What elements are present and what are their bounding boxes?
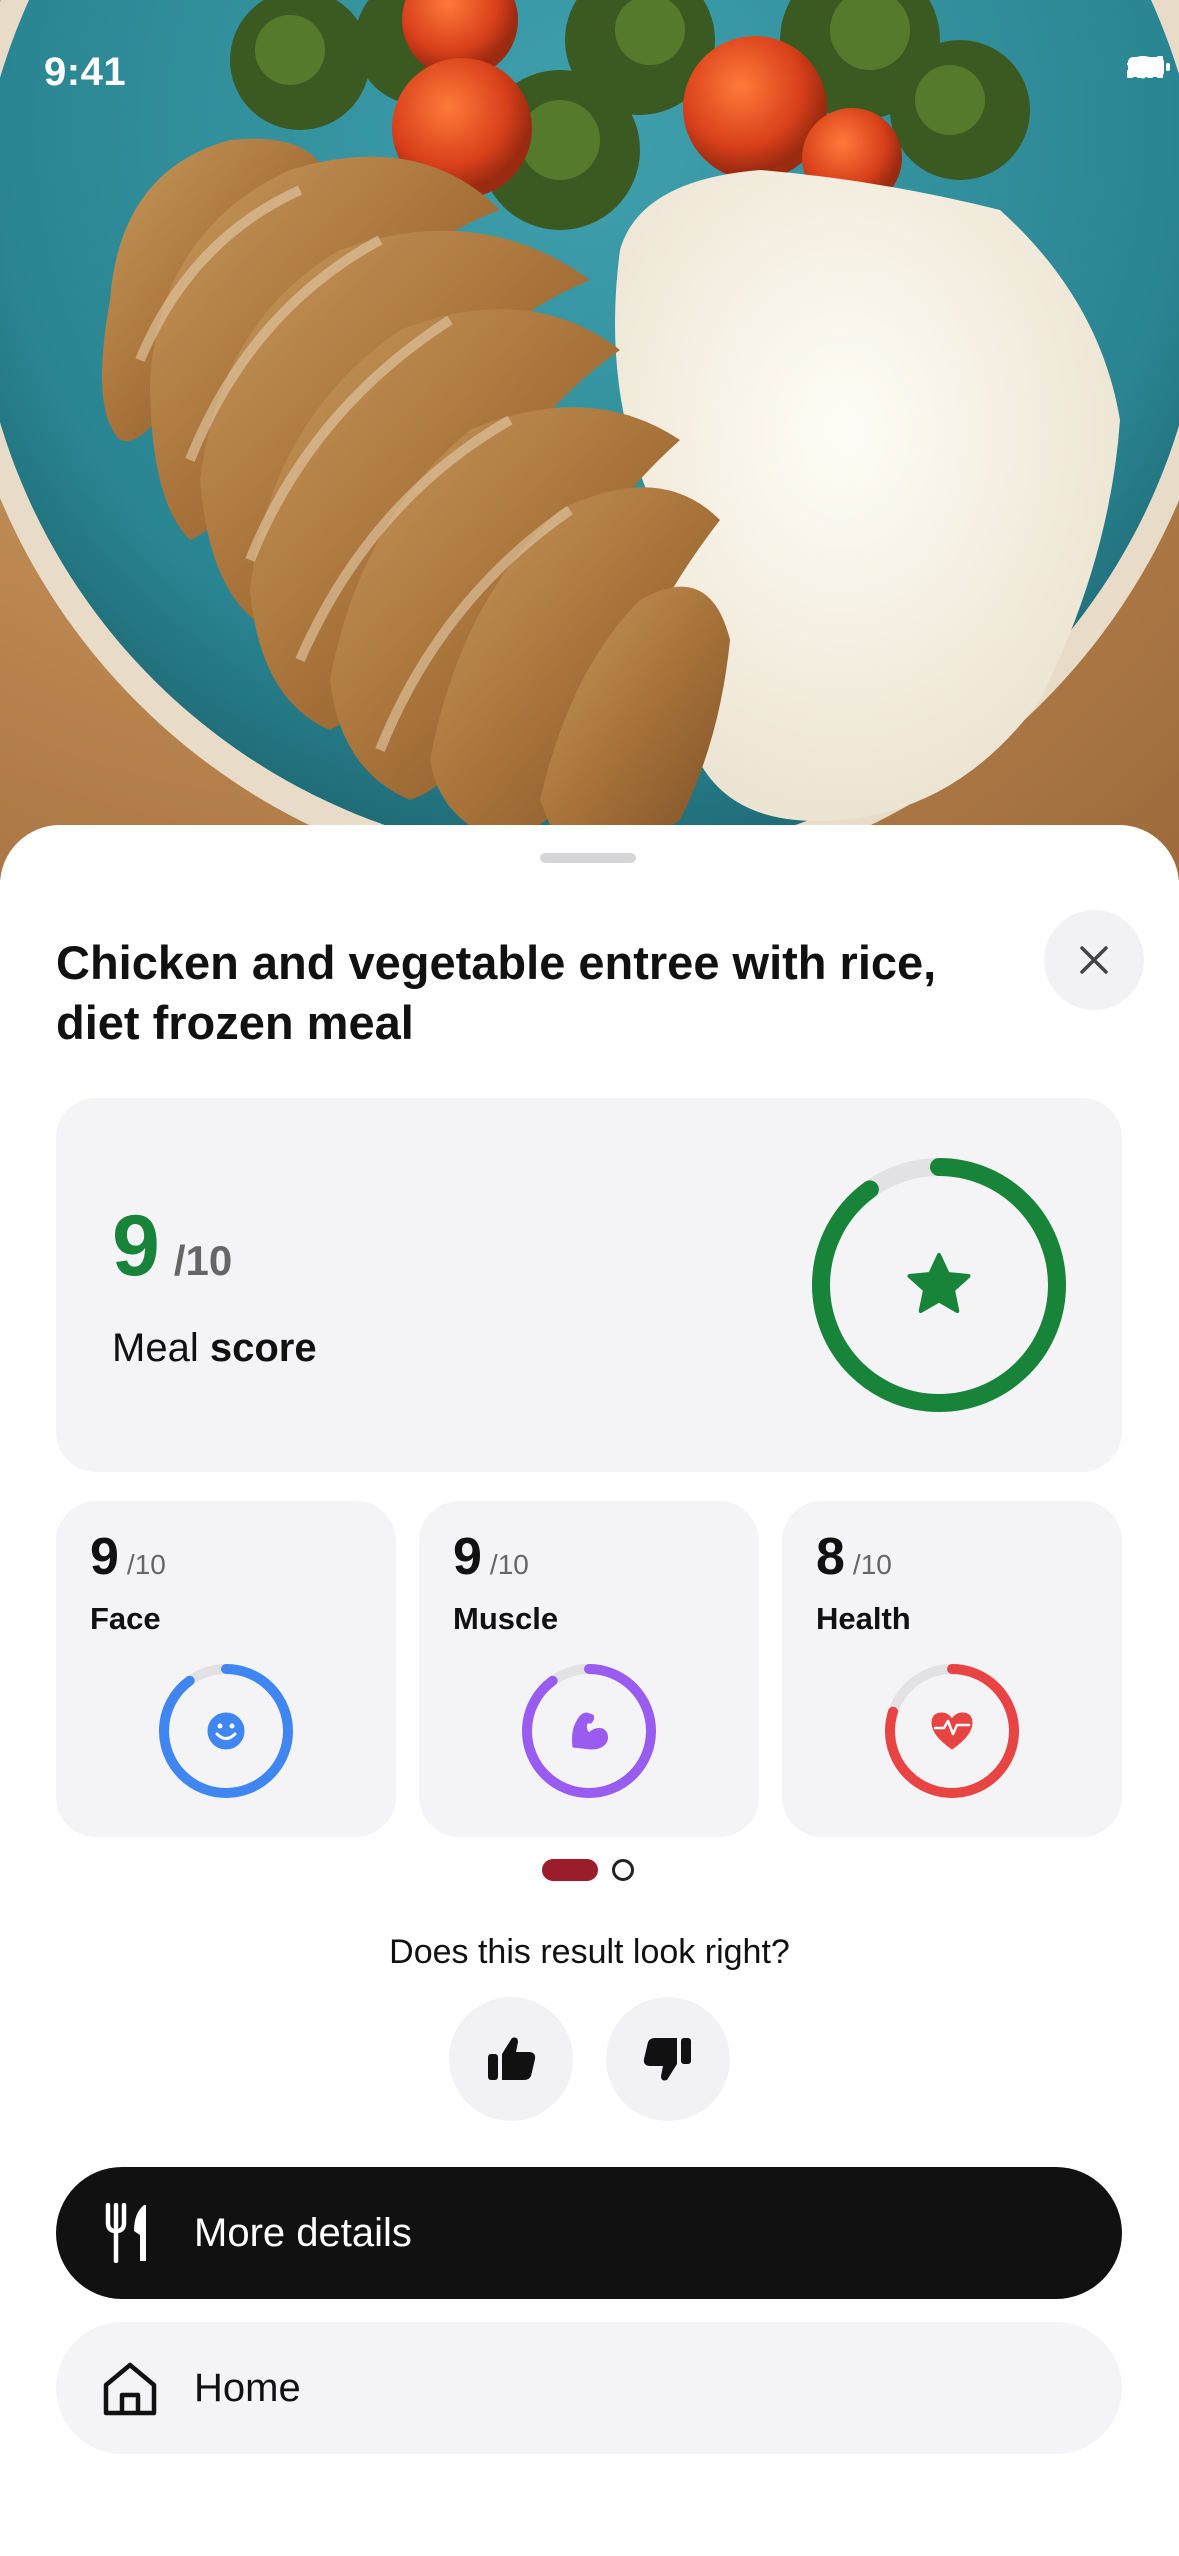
close-icon — [1080, 946, 1108, 974]
meal-score-out-of: /10 — [173, 1237, 233, 1284]
health-score-out-of: /10 — [852, 1549, 892, 1580]
page-dot-active[interactable] — [542, 1859, 598, 1881]
meal-score-value: 9 — [112, 1198, 160, 1294]
smiley-icon — [207, 1712, 245, 1750]
meal-photo: 9:41 — [0, 0, 1179, 880]
thumbs-down-button[interactable] — [606, 1997, 730, 2121]
muscle-score-value: 9 — [453, 1528, 482, 1586]
sheet-grabber[interactable] — [540, 853, 636, 863]
muscle-score-out-of: /10 — [489, 1549, 529, 1580]
result-sheet: Chicken and vegetable entree with rice, … — [0, 825, 1179, 2556]
muscle-score-ring — [522, 1664, 656, 1798]
feedback-question: Does this result look right? — [389, 1933, 790, 1971]
face-score-value: 9 — [90, 1528, 119, 1586]
battery-icon — [1128, 57, 1170, 77]
health-score-ring — [885, 1664, 1019, 1798]
meal-score-card: 9 /10 Meal score — [56, 1098, 1122, 1472]
face-score-ring — [159, 1664, 293, 1798]
health-score-label: Health — [816, 1601, 911, 1636]
status-bar: 9:41 — [0, 0, 1179, 140]
status-time: 9:41 — [44, 50, 127, 94]
face-score-label: Face — [90, 1601, 161, 1636]
star-icon — [907, 1253, 971, 1313]
thumbs-down-icon — [643, 2038, 691, 2081]
meal-score-label: Meal score — [112, 1326, 317, 1370]
home-button[interactable]: Home — [56, 2322, 1122, 2454]
page-dot[interactable] — [612, 1859, 634, 1881]
more-details-button[interactable]: More details — [56, 2167, 1122, 2299]
muscle-score-label: Muscle — [453, 1601, 559, 1636]
health-score-card: 8 /10 Health — [782, 1501, 1122, 1837]
heart-pulse-icon — [931, 1712, 973, 1750]
close-button[interactable] — [1044, 910, 1144, 1010]
more-details-label: More details — [194, 2210, 412, 2255]
home-icon — [103, 2362, 157, 2416]
thumbs-up-button[interactable] — [449, 1997, 573, 2121]
face-score-card: 9 /10 Face — [56, 1501, 396, 1837]
face-score-out-of: /10 — [126, 1549, 166, 1580]
muscle-score-card: 9 /10 Muscle — [419, 1501, 759, 1837]
flexed-arm-icon — [572, 1712, 608, 1750]
health-score-value: 8 — [816, 1528, 845, 1586]
page-indicator — [542, 1859, 634, 1881]
home-label: Home — [194, 2365, 301, 2410]
meal-score-ring — [812, 1158, 1066, 1412]
fork-knife-icon — [105, 2203, 146, 2263]
thumbs-up-icon — [488, 2037, 536, 2080]
meal-title: Chicken and vegetable entree with rice, … — [56, 936, 937, 1049]
